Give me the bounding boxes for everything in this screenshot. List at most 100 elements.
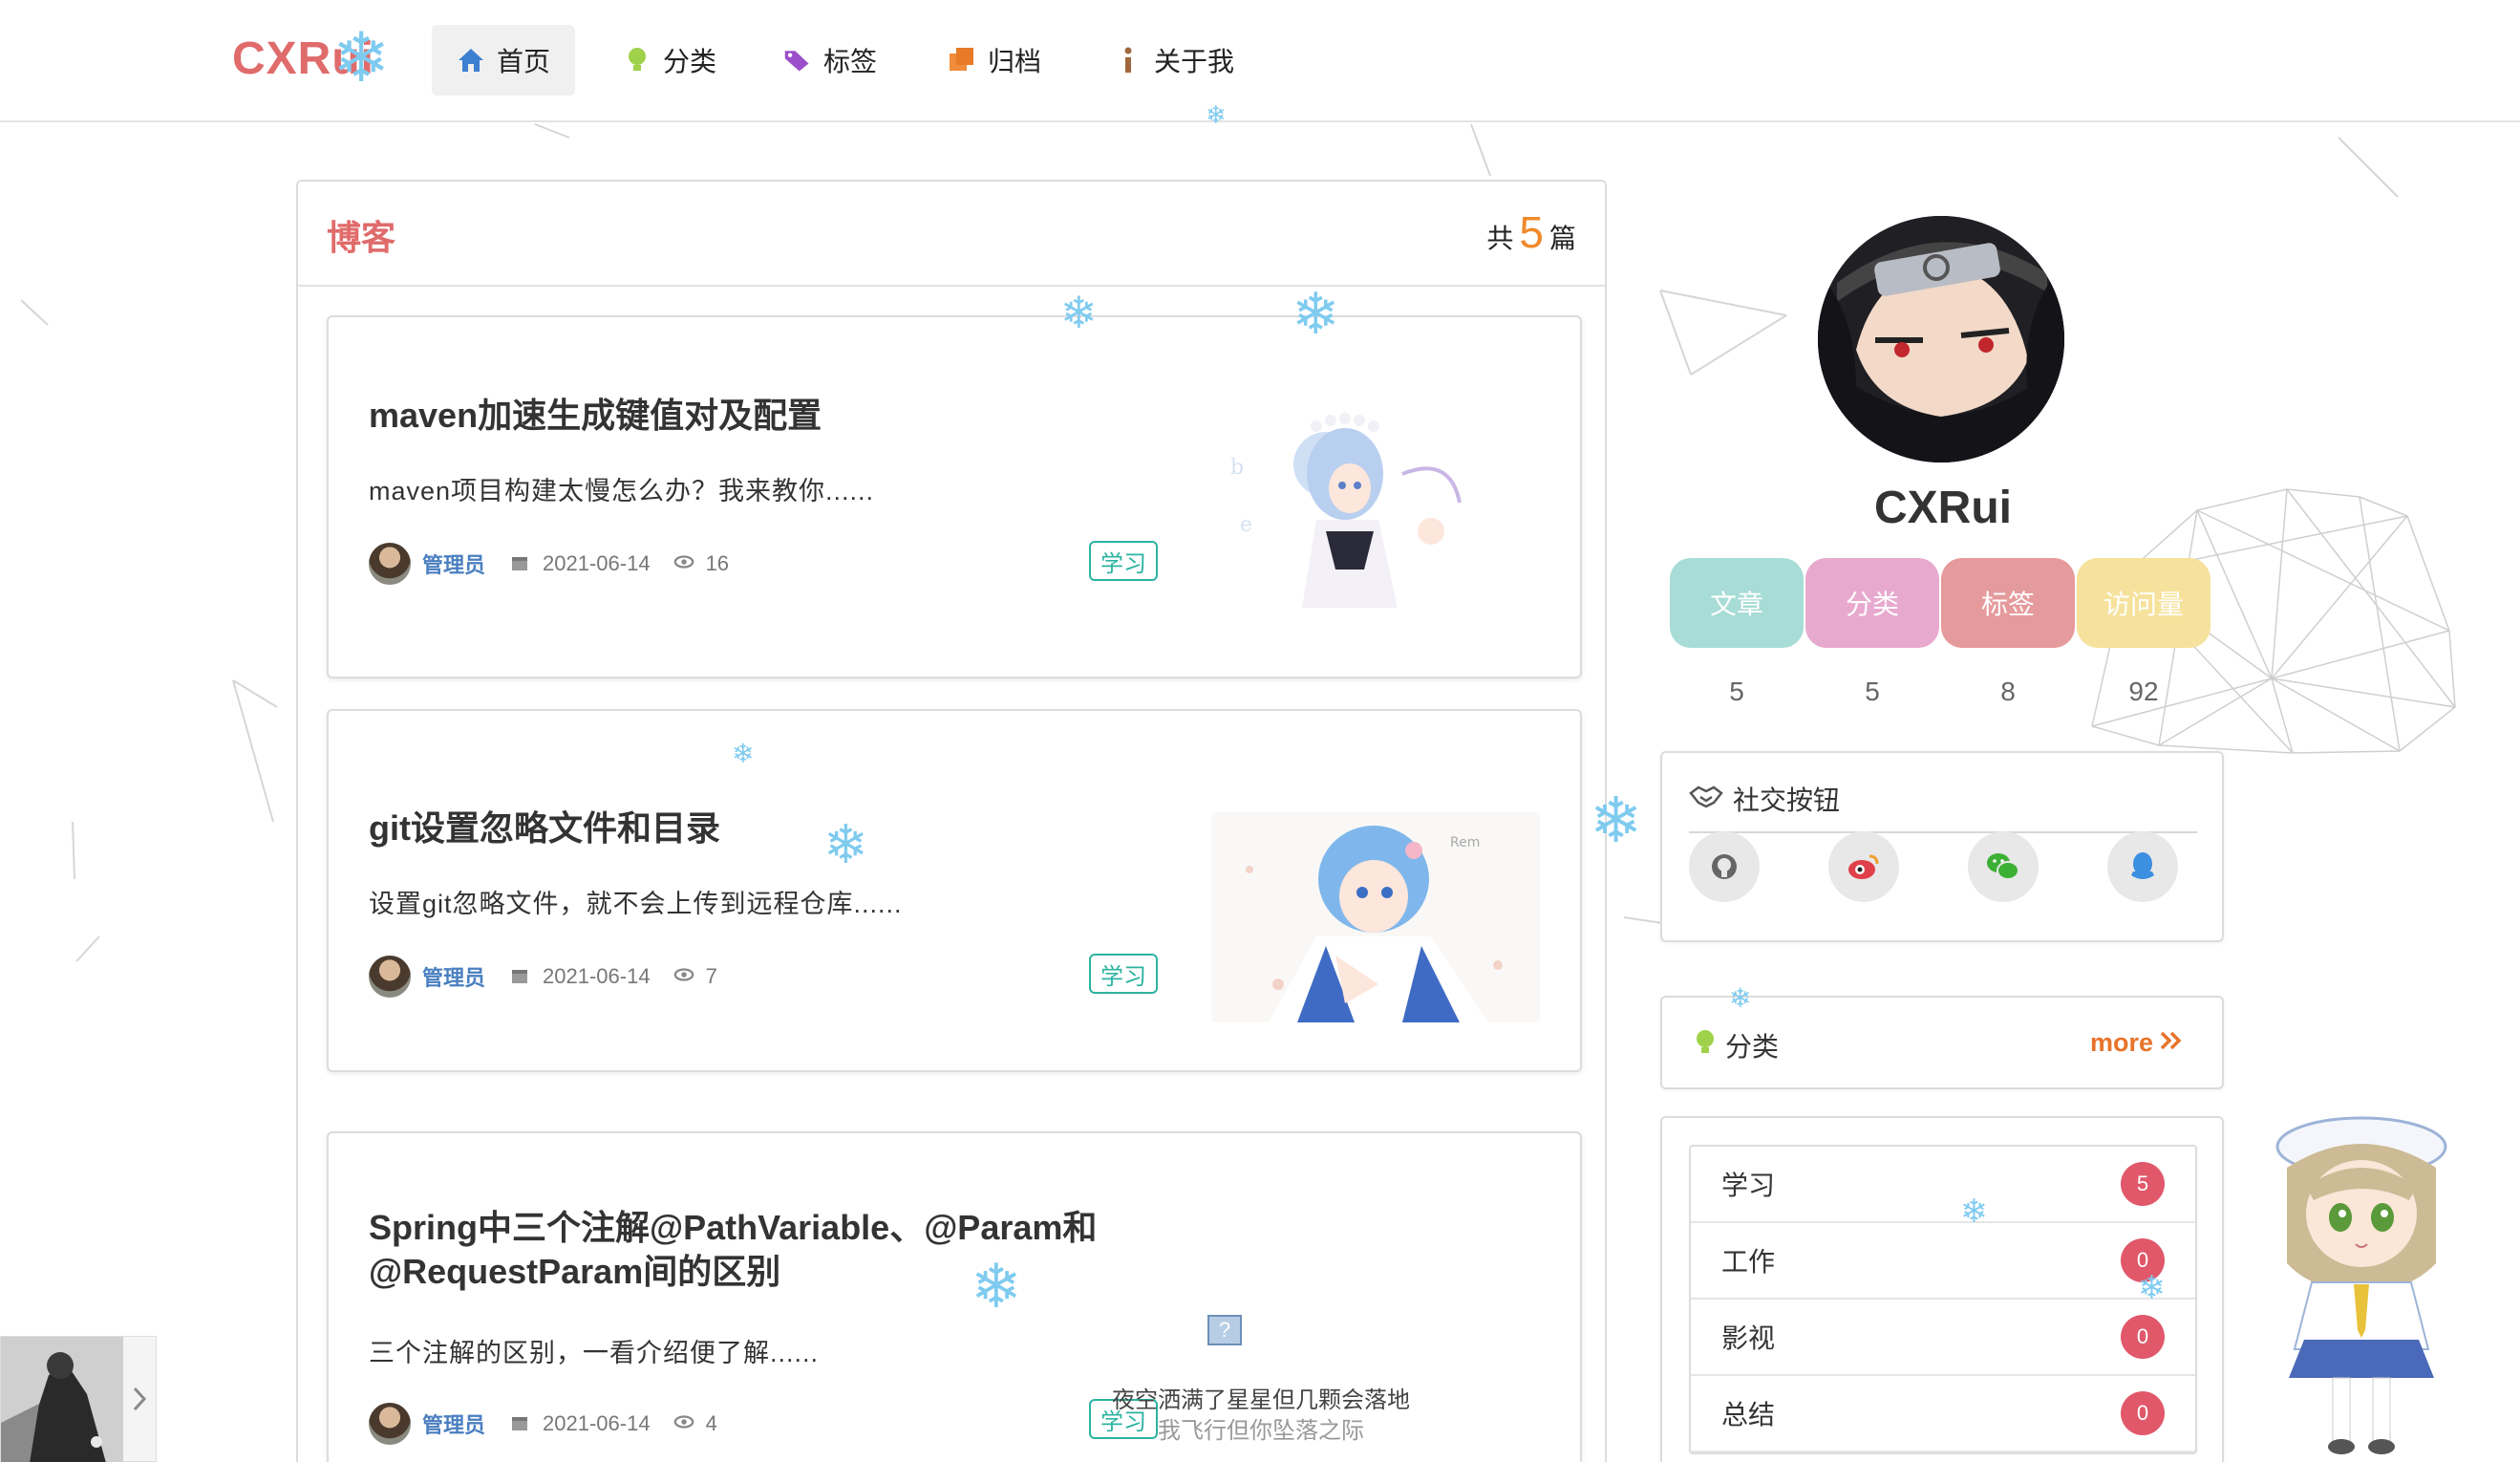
post-title[interactable]: Spring中三个注解@PathVariable、@Param和 @Reques… (369, 1206, 1097, 1294)
stat-button-articles[interactable]: 文章 (1670, 558, 1804, 648)
category-name: 学习 (1721, 1171, 1776, 1200)
post-meta: 管理员 2021-06-14 16 (369, 543, 729, 585)
svg-text:e: e (1240, 513, 1252, 537)
author-avatar[interactable] (369, 543, 411, 585)
lightbulb-icon (1695, 1028, 1716, 1064)
wechat-icon[interactable] (1968, 831, 2039, 902)
category-card-header: 分类 (1695, 1026, 1779, 1064)
post-views: 4 (705, 1411, 717, 1435)
post-meta: 管理员 2021-06-14 7 (369, 956, 717, 998)
blog-count: 共 5 篇 (1486, 206, 1576, 258)
post-title[interactable]: git设置忽略文件和目录 (369, 806, 720, 850)
nav-home-label: 首页 (497, 47, 551, 76)
author-name[interactable]: 管理员 (422, 548, 485, 579)
stat-value-visits: 92 (2128, 677, 2159, 706)
post-card[interactable]: maven加速生成键值对及配置 maven项目构建太慢怎么办？我来教你.....… (327, 315, 1582, 678)
profile-avatar[interactable] (1818, 216, 2064, 462)
eye-icon (673, 553, 694, 574)
nav-categories[interactable]: 分类 (598, 25, 741, 96)
lyric-line-1: 夜空洒满了星星但几颗会落地 (1112, 1387, 1410, 1413)
author-avatar[interactable] (369, 1403, 411, 1445)
category-count-badge: 0 (2121, 1238, 2165, 1282)
weibo-icon[interactable] (1828, 831, 1899, 902)
author-avatar[interactable] (369, 956, 411, 998)
stat-button-visits[interactable]: 访问量 (2077, 558, 2210, 648)
svg-text:b: b (1230, 456, 1244, 480)
post-excerpt: 三个注解的区别，一看介绍便了解...... (369, 1339, 820, 1367)
social-card-header: 社交按钮 (1689, 780, 2197, 833)
nav-tags[interactable]: 标签 (758, 25, 902, 96)
nav-archive-label: 归档 (988, 47, 1042, 76)
page: CXRui 首页 分类 标签 归档 关于我 博客 共 5 篇 maven加速生成… (0, 0, 2520, 1462)
blog-panel: 博客 共 5 篇 maven加速生成键值对及配置 maven项目构建太慢怎么办？… (296, 180, 1607, 1462)
svg-text:Rem: Rem (1450, 835, 1480, 850)
category-item[interactable]: 影视 0 (1691, 1300, 2195, 1376)
lyric-line-2: 我飞行但你坠落之际 (1158, 1418, 1364, 1444)
category-count-badge: 0 (2121, 1391, 2165, 1435)
qq-icon[interactable] (2107, 831, 2178, 902)
post-meta: 管理员 2021-06-14 4 (369, 1403, 717, 1445)
count-suffix: 篇 (1548, 224, 1576, 253)
social-card: 社交按钮 (1660, 751, 2224, 942)
post-title-line1: Spring中三个注解@PathVariable、@Param和 (369, 1208, 1098, 1247)
stat-value-tags: 8 (2000, 677, 2016, 706)
calendar-icon (510, 966, 531, 987)
nav-about[interactable]: 关于我 (1089, 25, 1259, 96)
post-excerpt: 设置git忽略文件，就不会上传到远程仓库...... (369, 890, 903, 918)
post-views: 16 (705, 551, 730, 575)
category-item[interactable]: 学习 5 (1691, 1147, 2195, 1223)
post-tag[interactable]: 学习 (1089, 954, 1158, 994)
blog-panel-header: 博客 共 5 篇 (298, 182, 1605, 287)
category-item[interactable]: 工作 0 (1691, 1223, 2195, 1300)
chevron-right-icon[interactable] (123, 1337, 156, 1461)
post-title[interactable]: maven加速生成键值对及配置 (369, 394, 822, 438)
post-thumbnail[interactable]: b e (1211, 398, 1540, 608)
category-name: 工作 (1721, 1247, 1776, 1277)
post-excerpt: maven项目构建太慢怎么办？我来教你...... (369, 477, 875, 505)
post-thumbnail[interactable]: Rem (1211, 812, 1540, 1022)
nav-archive[interactable]: 归档 (923, 25, 1066, 96)
music-player[interactable] (0, 1336, 157, 1462)
post-date: 2021-06-14 (543, 551, 651, 575)
handshake-icon (1689, 784, 1723, 815)
blog-title: 博客 (327, 218, 396, 257)
post-title-line2: @RequestParam间的区别 (369, 1252, 781, 1291)
count-number: 5 (1519, 207, 1544, 257)
calendar-icon (510, 1413, 531, 1434)
post-views: 7 (705, 964, 717, 988)
author-name[interactable]: 管理员 (422, 961, 485, 992)
github-icon[interactable] (1689, 831, 1760, 902)
stat-button-tags[interactable]: 标签 (1941, 558, 2075, 648)
site-logo[interactable]: CXRui (232, 32, 374, 85)
album-cover[interactable] (1, 1337, 123, 1462)
eye-icon (673, 966, 694, 987)
category-name: 总结 (1721, 1400, 1776, 1430)
post-card[interactable]: git设置忽略文件和目录 设置git忽略文件，就不会上传到远程仓库...... … (327, 709, 1582, 1072)
eye-icon (673, 1413, 694, 1434)
author-name[interactable]: 管理员 (422, 1408, 485, 1439)
count-prefix: 共 (1486, 224, 1514, 253)
info-icon (1114, 46, 1143, 75)
nav-categories-label: 分类 (663, 47, 717, 76)
post-date: 2021-06-14 (543, 1411, 651, 1435)
nav-about-label: 关于我 (1154, 47, 1235, 76)
social-card-title: 社交按钮 (1733, 785, 1841, 815)
post-tag[interactable]: 学习 (1089, 541, 1158, 581)
clone-icon (948, 46, 976, 75)
mascot-character[interactable] (2266, 1101, 2457, 1462)
top-navbar: CXRui 首页 分类 标签 归档 关于我 (0, 0, 2520, 122)
category-count-badge: 5 (2121, 1162, 2165, 1206)
nav-home[interactable]: 首页 (432, 25, 576, 96)
stat-value-articles: 5 (1729, 677, 1744, 706)
more-link-label: more (2089, 1028, 2153, 1057)
broken-image-icon: ? (1207, 1315, 1242, 1345)
category-card-title: 分类 (1725, 1032, 1780, 1062)
category-header-card: 分类 more (1660, 996, 2224, 1089)
category-item[interactable]: 总结 0 (1691, 1376, 2195, 1452)
tags-icon (783, 46, 812, 75)
double-chevron-right-icon (2159, 1028, 2184, 1058)
nav-tags-label: 标签 (823, 47, 878, 76)
more-link[interactable]: more (2090, 1028, 2184, 1058)
profile-name: CXRui (1874, 483, 2012, 533)
stat-button-categories[interactable]: 分类 (1805, 558, 1939, 648)
